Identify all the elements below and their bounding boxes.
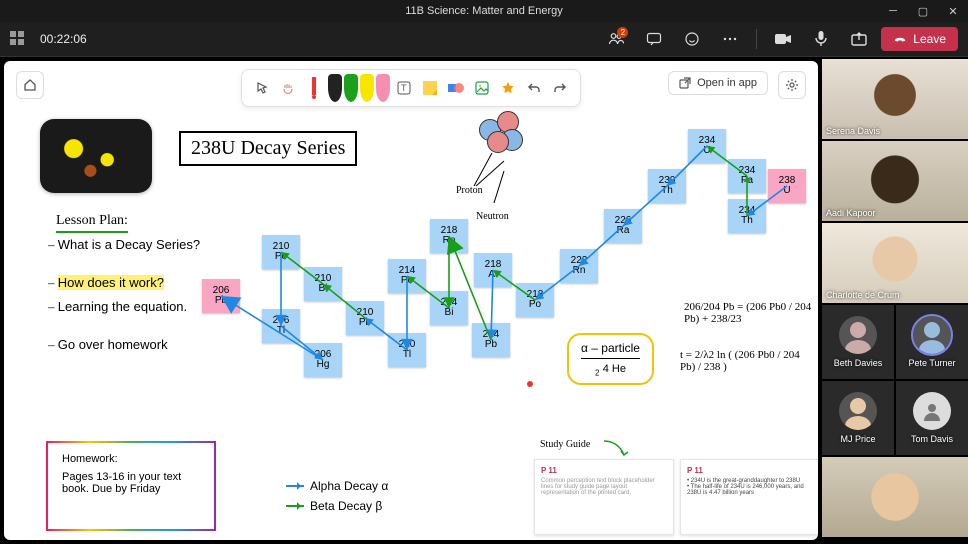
decay-note-234Pa[interactable]: 234Pa [728,159,766,193]
alpha-particle-box[interactable]: α – particle 2 4 He [567,333,654,385]
lesson-plan-header: Lesson Plan: [56,213,128,233]
atom-pointer-lines [454,131,524,211]
leave-button[interactable]: Leave [881,27,958,51]
mic-button[interactable] [805,25,837,53]
share-button[interactable] [843,25,875,53]
study-guide-label: Study Guide [540,439,590,450]
highlighter-yellow-tool[interactable] [360,74,374,102]
meeting-timer: 00:22:06 [40,32,87,46]
whiteboard-canvas[interactable]: T Open in app 238U Decay Series [4,61,818,540]
undo-button[interactable] [522,76,546,100]
lesson-item-4: – Go over homework [48,337,168,353]
decay-note-230Th[interactable]: 230Th [648,169,686,203]
people-badge: 2 [617,27,628,38]
lesson-item-3: – Learning the equation. [48,299,187,315]
legend-alpha: Alpha Decay α [286,479,388,493]
participants-panel: Serena Davis Aadi Kapoor Charlotte de Cr… [822,57,968,544]
laser-dot [527,381,533,387]
camera-button[interactable] [767,25,799,53]
study-guide-card-1[interactable]: P 11 Common perception text block placeh… [534,459,674,535]
green-arrow-icon [286,505,304,507]
title-bar: 11B Science: Matter and Energy ─ ▢ ✕ [0,0,968,22]
avatar [913,392,951,430]
formula-2: t = 2/λ2 ln ( (206 Pb0 / 204 Pb) / 238 ) [680,349,810,373]
lesson-item-2: – How does it work? [48,275,164,291]
homework-cloud[interactable]: Homework: Pages 13-16 in your text book.… [46,441,216,531]
decay-note-218Po[interactable]: 218Po [516,283,554,317]
decay-note-214Bi[interactable]: 214Bi [430,291,468,325]
more-button[interactable] [714,25,746,53]
decay-note-210Tl[interactable]: 210Tl [388,333,426,367]
shapes-tool[interactable] [444,76,468,100]
decay-note-206Hg[interactable]: 206Hg [304,343,342,377]
participant-tile[interactable]: Serena Davis [822,59,968,139]
participant-tile[interactable]: MJ Price [822,381,894,455]
decay-note-234U[interactable]: 234U [688,129,726,163]
homework-header: Homework: [62,453,200,465]
decay-note-234Th[interactable]: 234Th [728,199,766,233]
participant-tile[interactable] [822,457,968,537]
whiteboard-content: 238U Decay Series Lesson Plan: – What is… [4,61,818,540]
decay-note-218Rn[interactable]: 218Rn [430,219,468,253]
window-maximize[interactable]: ▢ [908,0,938,22]
study-guide-card-2[interactable]: P 11 • 234U is the great-granddaughter t… [680,459,818,535]
avatar [839,392,877,430]
chat-button[interactable] [638,25,670,53]
pan-tool[interactable] [276,76,300,100]
board-title[interactable]: 238U Decay Series [179,131,357,166]
decay-note-210Pb[interactable]: 210Pb [346,301,384,335]
rock-image[interactable] [40,119,152,193]
decay-note-210Bi[interactable]: 210Bi [304,267,342,301]
decay-note-238U[interactable]: 238U [768,169,806,203]
toolbar-divider [756,29,757,49]
window-close[interactable]: ✕ [938,0,968,22]
blue-arrow-icon [286,485,304,487]
decay-note-218At[interactable]: 218At [474,253,512,287]
highlighter-pink-tool[interactable] [376,74,390,102]
redo-button[interactable] [548,76,572,100]
participant-tile[interactable]: Tom Davis [896,381,968,455]
meeting-toolbar: 00:22:06 2 Leave [0,22,968,57]
study-guide-arrow [602,439,632,459]
leave-label: Leave [913,32,946,46]
text-tool[interactable]: T [392,76,416,100]
pen-black-tool[interactable] [328,74,342,102]
homework-text: Pages 13-16 in your text book. Due by Fr… [62,471,200,495]
participant-tile[interactable]: Beth Davies [822,305,894,379]
people-button[interactable]: 2 [600,25,632,53]
formula-1: 206/204 Pb = (206 Pb0 / 204 Pb) + 238/23 [684,301,814,325]
window-title: 11B Science: Matter and Energy [405,5,563,17]
lesson-item-1: – What is a Decay Series? [48,237,200,253]
image-tool[interactable] [470,76,494,100]
avatar [913,316,951,354]
proton-label: Proton [456,185,483,196]
svg-text:T: T [401,83,407,93]
decay-note-206Tl[interactable]: 206Tl [262,309,300,343]
reactions-button[interactable] [676,25,708,53]
decay-note-214Po[interactable]: 214Po [388,259,426,293]
neutron-label: Neutron [476,211,509,222]
window-minimize[interactable]: ─ [878,0,908,22]
participant-tile[interactable]: Pete Turner [896,305,968,379]
participant-tile[interactable]: Aadi Kapoor [822,141,968,221]
laser-tool[interactable] [302,76,326,100]
decay-note-206Pb[interactable]: 206Pb [202,279,240,313]
pointer-tool[interactable] [250,76,274,100]
apps-grid-icon[interactable] [10,31,26,47]
decay-note-214Pb[interactable]: 214Pb [472,323,510,357]
whiteboard-toolbar: T [241,69,581,107]
decay-note-222Rn[interactable]: 222Rn [560,249,598,283]
favorite-tool[interactable] [496,76,520,100]
decay-note-210Po[interactable]: 210Po [262,235,300,269]
legend-beta: Beta Decay β [286,499,382,513]
pen-green-tool[interactable] [344,74,358,102]
avatar [839,316,877,354]
participant-tile[interactable]: Charlotte de Crum [822,223,968,303]
decay-note-226Ra[interactable]: 226Ra [604,209,642,243]
sticky-note-tool[interactable] [418,76,442,100]
